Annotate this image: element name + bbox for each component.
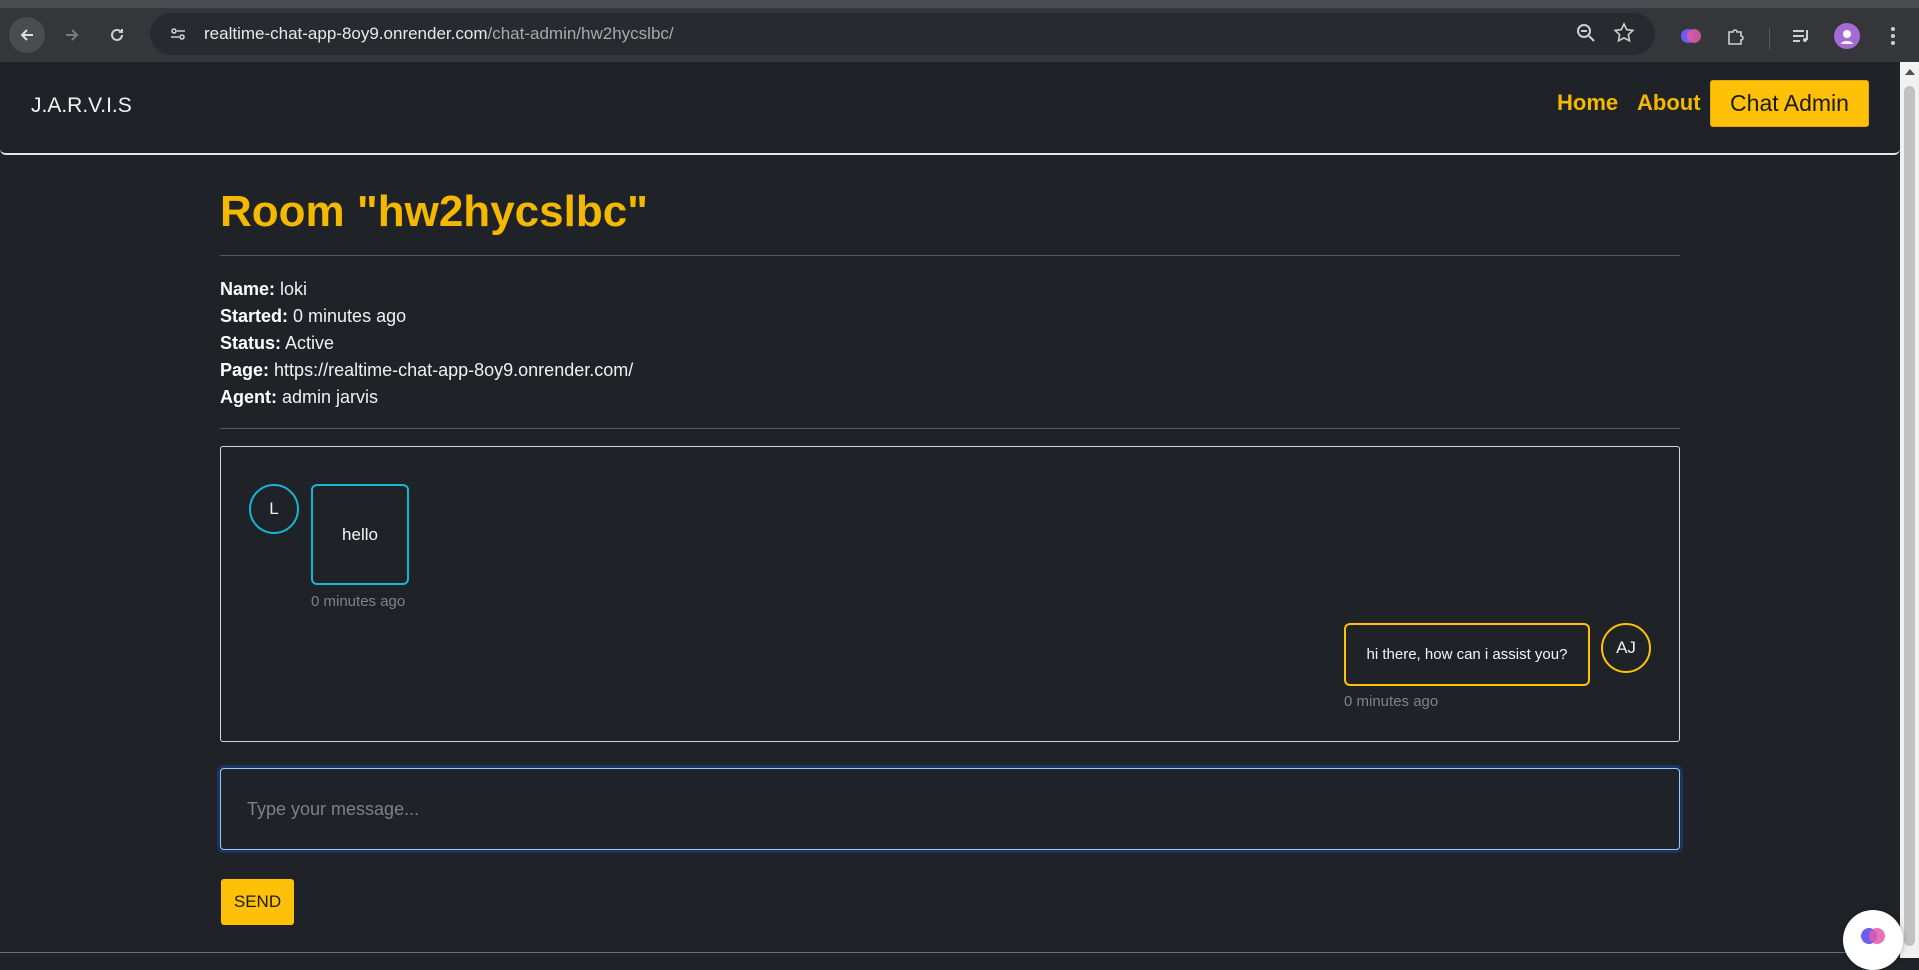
puzzle-extension-icon[interactable] xyxy=(1723,23,1749,49)
info-label: Name: xyxy=(220,279,276,299)
divider xyxy=(220,255,1680,256)
info-value: admin jarvis xyxy=(282,387,379,407)
star-icon[interactable] xyxy=(1613,22,1635,49)
media-queue-icon[interactable] xyxy=(1788,23,1814,49)
scrollbar-thumb[interactable] xyxy=(1904,86,1915,946)
page-scrollbar[interactable] xyxy=(1900,62,1919,958)
divider xyxy=(0,952,1900,953)
info-value: loki xyxy=(280,279,308,299)
message-input[interactable] xyxy=(220,768,1680,850)
zoom-out-icon[interactable] xyxy=(1575,22,1597,49)
profile-avatar[interactable] xyxy=(1834,23,1860,49)
navbar: J.A.R.V.I.S Home About Chat Admin xyxy=(0,62,1900,155)
room-info: Name: loki Started: 0 minutes ago Status… xyxy=(220,276,633,411)
info-row-name: Name: loki xyxy=(220,276,633,303)
address-bar[interactable]: realtime-chat-app-8oy9.onrender.com/chat… xyxy=(150,13,1655,55)
nav-button-chat-admin[interactable]: Chat Admin xyxy=(1710,80,1869,127)
nav-link-about[interactable]: About xyxy=(1637,90,1701,116)
floating-assistant-button[interactable] xyxy=(1843,910,1903,970)
brand-logo[interactable]: J.A.R.V.I.S xyxy=(31,94,132,118)
nav-link-home[interactable]: Home xyxy=(1557,90,1618,116)
info-row-agent: Agent: admin jarvis xyxy=(220,384,633,411)
scroll-up-icon[interactable] xyxy=(1905,69,1915,75)
toolbar-divider xyxy=(1769,28,1770,50)
info-label: Started: xyxy=(220,306,289,326)
page-content: J.A.R.V.I.S Home About Chat Admin Room "… xyxy=(0,62,1900,958)
info-value: https://realtime-chat-app-8oy9.onrender.… xyxy=(274,360,634,380)
page-title: Room "hw2hycslbc" xyxy=(220,187,649,236)
browser-toolbar: realtime-chat-app-8oy9.onrender.com/chat… xyxy=(0,0,1919,62)
info-label: Agent: xyxy=(220,387,277,407)
forward-arrow-icon[interactable] xyxy=(54,17,90,53)
user-message-bubble: hello xyxy=(311,484,409,585)
message-timestamp: 0 minutes ago xyxy=(1344,693,1439,710)
brain-icon xyxy=(1859,924,1887,957)
agent-message-bubble: hi there, how can i assist you? xyxy=(1344,623,1590,686)
info-label: Status: xyxy=(220,333,282,353)
brain-extension-icon[interactable] xyxy=(1678,23,1704,49)
info-row-page: Page: https://realtime-chat-app-8oy9.onr… xyxy=(220,357,633,384)
info-value: 0 minutes ago xyxy=(293,306,407,326)
url-text: realtime-chat-app-8oy9.onrender.com/chat… xyxy=(204,24,674,44)
site-settings-icon[interactable] xyxy=(166,22,190,46)
chat-log[interactable]: L hello 0 minutes ago hi there, how can … xyxy=(220,446,1680,742)
divider xyxy=(220,428,1680,429)
message-timestamp: 0 minutes ago xyxy=(311,593,406,610)
agent-avatar: AJ xyxy=(1601,623,1651,673)
kebab-menu-icon[interactable] xyxy=(1880,23,1906,49)
info-row-status: Status: Active xyxy=(220,330,633,357)
back-arrow-icon[interactable] xyxy=(9,17,45,53)
reload-icon[interactable] xyxy=(99,17,135,53)
info-label: Page: xyxy=(220,360,270,380)
info-row-started: Started: 0 minutes ago xyxy=(220,303,633,330)
send-button[interactable]: SEND xyxy=(221,879,294,925)
url-host: realtime-chat-app-8oy9.onrender.com xyxy=(204,24,488,43)
info-value: Active xyxy=(285,333,335,353)
user-avatar: L xyxy=(249,484,299,534)
url-path: /chat-admin/hw2hycslbc/ xyxy=(487,24,674,43)
